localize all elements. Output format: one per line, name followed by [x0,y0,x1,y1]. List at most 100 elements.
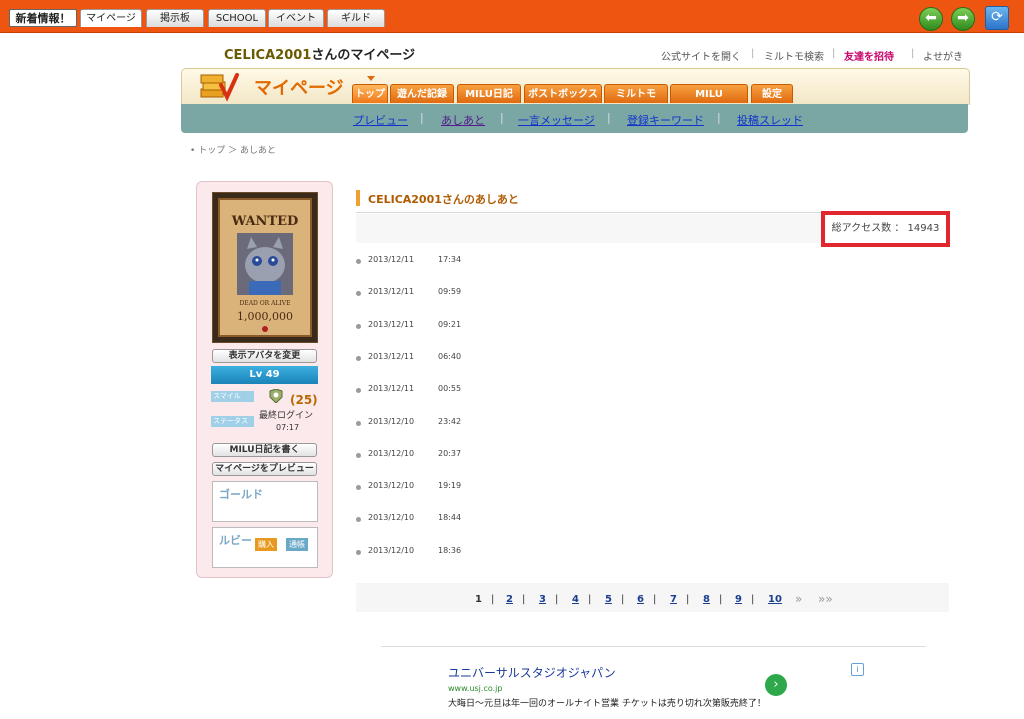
preview-mypage-button[interactable]: マイページをプレビュー [212,462,317,476]
active-tab-marker-icon [367,76,375,81]
footprint-time: 20:37 [438,449,462,458]
subnav-keywords[interactable]: 登録キーワード [627,112,704,128]
avatar: WANTED DEAD OR ALIVE 1,000,000 [212,192,318,343]
smile-label: スマイル [211,391,254,402]
subnav-message[interactable]: 一言メッセージ [518,112,595,128]
write-diary-button[interactable]: MILU日記を書く [212,443,317,457]
ad-arrow-icon[interactable]: › [765,674,787,696]
page-link-5[interactable]: 5 [605,594,612,605]
subnav-preview[interactable]: プレビュー [353,112,408,128]
bullet-icon [356,485,361,490]
bullet-icon [356,324,361,329]
tab-guild[interactable]: ギルド [327,9,385,27]
tab-milu-diary[interactable]: MILU日記 [457,84,521,103]
tab-postbox[interactable]: ポストボックス [524,84,602,103]
ad-info-icon[interactable]: i [851,663,864,676]
page-separator: | [588,594,592,605]
footprint-time: 06:40 [438,352,462,361]
footprint-date: 2013/12/10 [368,481,415,490]
page-link-9[interactable]: 9 [735,594,742,605]
tab-event[interactable]: イベント [268,9,324,27]
bullet-icon [356,388,361,393]
footprint-time: 18:44 [438,513,462,522]
gold-box: ゴールド [212,481,318,522]
footprint-date: 2013/12/11 [368,287,415,296]
breadcrumb-bullet-icon: • [190,146,196,156]
breadcrumb-footprints: あしあと [239,146,276,156]
subnav-separator: | [420,111,424,124]
tab-top[interactable]: トップ [352,84,388,103]
yosegaki-link[interactable]: よせがき [923,48,963,63]
ruby-box: ルビー 購入 通帳 [212,527,318,568]
tab-mypage[interactable]: マイページ [80,9,142,27]
page-link-10[interactable]: 10 [768,594,782,605]
footprint-date: 2013/12/10 [368,417,415,426]
avatar-wanted-text: WANTED [231,214,299,229]
subnav-separator: | [607,111,611,124]
page-title: CELICA2001さんのマイページ [224,44,415,63]
footprint-time: 23:42 [438,417,462,426]
tab-settings[interactable]: 設定 [751,84,793,103]
level-bar: Lv 49 [211,366,318,384]
footprint-date: 2013/12/10 [368,546,415,555]
last-login-label: 最終ログイン [259,411,314,421]
subnav-separator: | [500,111,504,124]
page-separator: | [621,594,625,605]
buy-ruby-button[interactable]: 購入 [255,538,277,551]
tab-news[interactable]: 新着情報！ [9,9,77,27]
footprint-time: 17:34 [438,255,462,264]
official-site-link[interactable]: 公式サイトを開く [661,48,741,63]
bullet-icon [356,421,361,426]
page-link-7[interactable]: 7 [670,594,677,605]
invite-friend-link[interactable]: 友達を招待 [844,48,894,63]
tab-milu-school[interactable]: MILU SCHOOL [670,84,748,119]
avatar-bounty-text: 1,000,000 [237,310,293,323]
footprint-time: 09:59 [438,287,462,296]
bullet-icon [356,291,361,296]
ad-url[interactable]: www.usj.co.jp [448,684,502,693]
breadcrumb-separator: ＞ [228,146,238,156]
footprint-date: 2013/12/11 [368,352,415,361]
change-avatar-button[interactable]: 表示アバタを変更 [212,349,317,363]
tab-board[interactable]: 掲示板 [146,9,204,27]
page-title-suffix: さんのマイページ [311,48,416,63]
page-separator: | [555,594,559,605]
page-link-3[interactable]: 3 [539,594,546,605]
back-arrow-icon[interactable]: ⬅ [919,7,943,31]
tab-miltomo[interactable]: ミルトモ [604,84,668,103]
page-link-2[interactable]: 2 [506,594,513,605]
forward-arrow-icon[interactable]: ➡ [951,7,975,31]
smile-badge-icon [268,388,284,404]
page-link-6[interactable]: 6 [637,594,644,605]
footprint-date: 2013/12/11 [368,320,415,329]
bullet-icon [356,259,361,264]
page-link-8[interactable]: 8 [703,594,710,605]
tab-play-record[interactable]: 遊んだ記録 [390,84,454,103]
footprints-title: CELICA2001さんのあしあと [368,193,519,206]
page-separator: | [686,594,690,605]
breadcrumb: • トップ ＞ あしあと [190,143,276,156]
page-link-4[interactable]: 4 [572,594,579,605]
footprint-date: 2013/12/10 [368,449,415,458]
last-login-time: 07:17 [276,423,300,432]
header-separator: | [911,48,915,59]
ad-title-link[interactable]: ユニバーサルスタジオジャパン [448,664,616,681]
bullet-icon [356,356,361,361]
section-marker [356,190,360,206]
subnav-footprints[interactable]: あしあと [441,112,485,128]
last-page-icon[interactable]: »» [818,592,833,606]
subnav-threads[interactable]: 投稿スレッド [737,112,803,128]
username: CELICA2001 [224,48,312,63]
miltomo-search-link[interactable]: ミルトモ検索 [764,48,824,63]
footprint-time: 00:55 [438,384,462,393]
mypage-logo-icon [199,71,239,103]
tab-school[interactable]: SCHOOL [208,9,266,27]
ruby-history-button[interactable]: 通帳 [286,538,308,551]
footprint-date: 2013/12/11 [368,255,415,264]
status-label: ステータス [211,416,254,427]
breadcrumb-top[interactable]: トップ [198,146,225,156]
page-link-1: 1 [475,594,482,605]
header-separator: | [751,48,755,59]
next-page-icon[interactable]: » [795,592,802,606]
reload-icon[interactable]: ⟳ [985,6,1009,30]
